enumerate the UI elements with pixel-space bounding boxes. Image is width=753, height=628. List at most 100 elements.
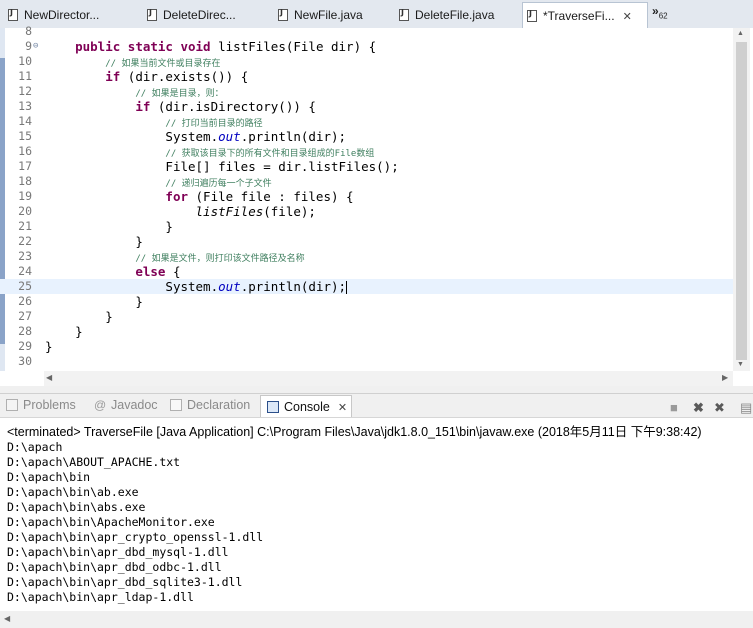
java-file-icon	[527, 9, 537, 22]
output-line: D:\apach\bin\apr_crypto_openssl-1.dll	[7, 530, 264, 544]
output-line: D:\apach\bin\abs.exe	[7, 500, 146, 514]
tab-label: DeleteFile.java	[415, 8, 495, 22]
output-line: D:\apach\bin\apr_dbd_mysql-1.dll	[7, 545, 229, 559]
code-line: }	[105, 309, 113, 324]
line-number: 14	[18, 114, 32, 128]
code-line: if (dir.isDirectory()) {	[135, 99, 316, 114]
output-line: D:\apach\bin\apr_dbd_odbc-1.dll	[7, 560, 222, 574]
code-line: if (dir.exists()) {	[105, 69, 249, 84]
declaration-icon	[170, 399, 182, 411]
hidden-tab-count: 62	[658, 11, 668, 21]
output-line: D:\apach\bin\apr_ldap-1.dll	[7, 590, 194, 604]
code-line: }	[135, 294, 143, 309]
current-line-highlight: 25 System.out.println(dir);	[0, 279, 733, 294]
javadoc-icon: @	[94, 398, 107, 412]
tab-console[interactable]: Console ✕	[260, 395, 353, 418]
line-number: 17	[18, 159, 32, 173]
clear-console-icon[interactable]: ▤	[740, 400, 752, 416]
line-number: 30	[18, 354, 32, 368]
code-comment: // 递归遍历每一个子文件	[165, 179, 272, 189]
code-line: }	[45, 339, 53, 354]
code-line: public static void listFiles(File dir) {	[75, 39, 377, 54]
code-comment: // 如果是目录，则：	[135, 89, 224, 99]
terminated-status: <terminated> TraverseFile [Java Applicat…	[7, 425, 702, 439]
tab-label: Console	[284, 400, 330, 414]
code-line: listFiles(file);	[195, 204, 316, 219]
tab-label: Javadoc	[111, 398, 158, 412]
console-output[interactable]: <terminated> TraverseFile [Java Applicat…	[0, 417, 753, 628]
code-area[interactable]: 8 9 ⊖ public static void listFiles(File d…	[0, 24, 733, 369]
line-number: 29	[18, 339, 32, 353]
tab-javadoc[interactable]: @ Javadoc	[88, 398, 158, 412]
line-number: 13	[18, 99, 32, 113]
line-number: 25	[18, 279, 32, 293]
close-icon[interactable]: ✕	[623, 10, 632, 23]
close-icon[interactable]: ✕	[338, 401, 347, 414]
java-file-icon	[147, 8, 157, 21]
fold-collapse-icon[interactable]: ⊖	[33, 39, 38, 54]
code-line: else {	[135, 264, 181, 279]
code-line: for (File file : files) {	[165, 189, 354, 204]
line-number: 23	[18, 249, 32, 263]
code-comment: // 打印当前目录的路径	[165, 119, 263, 129]
editor-horizontal-scrollbar[interactable]: ◀ ▶	[44, 371, 733, 386]
line-number: 11	[18, 69, 32, 83]
tab-label: NewDirector...	[24, 8, 100, 22]
java-file-icon	[399, 8, 409, 21]
line-number: 22	[18, 234, 32, 248]
tab-problems[interactable]: Problems	[0, 398, 76, 412]
text-caret	[346, 281, 348, 294]
line-number: 18	[18, 174, 32, 188]
line-number: 21	[18, 219, 32, 233]
output-line: D:\apach\bin\ab.exe	[7, 485, 139, 499]
code-editor[interactable]: 8 9 ⊖ public static void listFiles(File d…	[0, 24, 753, 386]
remove-launch-icon[interactable]: ✖	[693, 400, 704, 416]
output-line: D:\apach	[7, 440, 63, 454]
tab-label: Problems	[23, 398, 76, 412]
java-file-icon	[8, 8, 18, 21]
console-view-bar: Problems @ Javadoc Declaration Console ✕…	[0, 393, 753, 418]
code-line: }	[75, 324, 83, 339]
line-number: 9	[25, 39, 32, 53]
console-icon	[267, 401, 279, 413]
tab-label: DeleteDirec...	[163, 8, 236, 22]
remove-all-terminated-icon[interactable]: ✖	[714, 400, 725, 416]
line-number: 26	[18, 294, 32, 308]
line-number: 12	[18, 84, 32, 98]
line-number: 10	[18, 54, 32, 68]
scroll-down-icon[interactable]: ▼	[737, 361, 744, 368]
output-line: D:\apach\bin\ApacheMonitor.exe	[7, 515, 215, 529]
scroll-left-icon[interactable]: ◀	[46, 373, 52, 382]
output-line: D:\apach\bin	[7, 470, 91, 484]
scroll-up-icon[interactable]: ▲	[737, 30, 744, 37]
code-line: File[] files = dir.listFiles();	[165, 159, 399, 174]
tab-label: Declaration	[187, 398, 251, 412]
line-number: 15	[18, 129, 32, 143]
code-line: }	[135, 234, 143, 249]
editor-vertical-scrollbar[interactable]: ▲ ▼	[733, 28, 750, 371]
scrollbar-thumb[interactable]	[736, 42, 747, 360]
line-number: 28	[18, 324, 32, 338]
output-line: D:\apach\ABOUT_APACHE.txt	[7, 455, 181, 469]
console-horizontal-scrollbar[interactable]: ◀	[0, 611, 753, 628]
tab-label: NewFile.java	[294, 8, 363, 22]
line-number: 19	[18, 189, 32, 203]
code-line: System.out.println(dir);	[165, 279, 348, 294]
more-tabs-button[interactable]: »62	[652, 4, 668, 20]
code-comment: // 获取该目录下的所有文件和目录组成的File数组	[165, 149, 375, 159]
line-number: 8	[25, 24, 32, 38]
scroll-right-icon[interactable]: ▶	[722, 373, 728, 382]
line-number: 16	[18, 144, 32, 158]
tab-declaration[interactable]: Declaration	[164, 398, 250, 412]
code-line: }	[165, 219, 173, 234]
terminate-icon[interactable]: ■	[670, 400, 678, 415]
java-file-icon	[278, 8, 288, 21]
output-line: D:\apach\bin\apr_dbd_sqlite3-1.dll	[7, 575, 243, 589]
line-number: 27	[18, 309, 32, 323]
line-number: 24	[18, 264, 32, 278]
code-line: System.out.println(dir);	[165, 129, 347, 144]
scroll-left-icon[interactable]: ◀	[4, 614, 10, 623]
line-number: 20	[18, 204, 32, 218]
tab-label: *TraverseFi...	[543, 9, 615, 23]
chevron-double-right-icon: »	[652, 4, 659, 18]
